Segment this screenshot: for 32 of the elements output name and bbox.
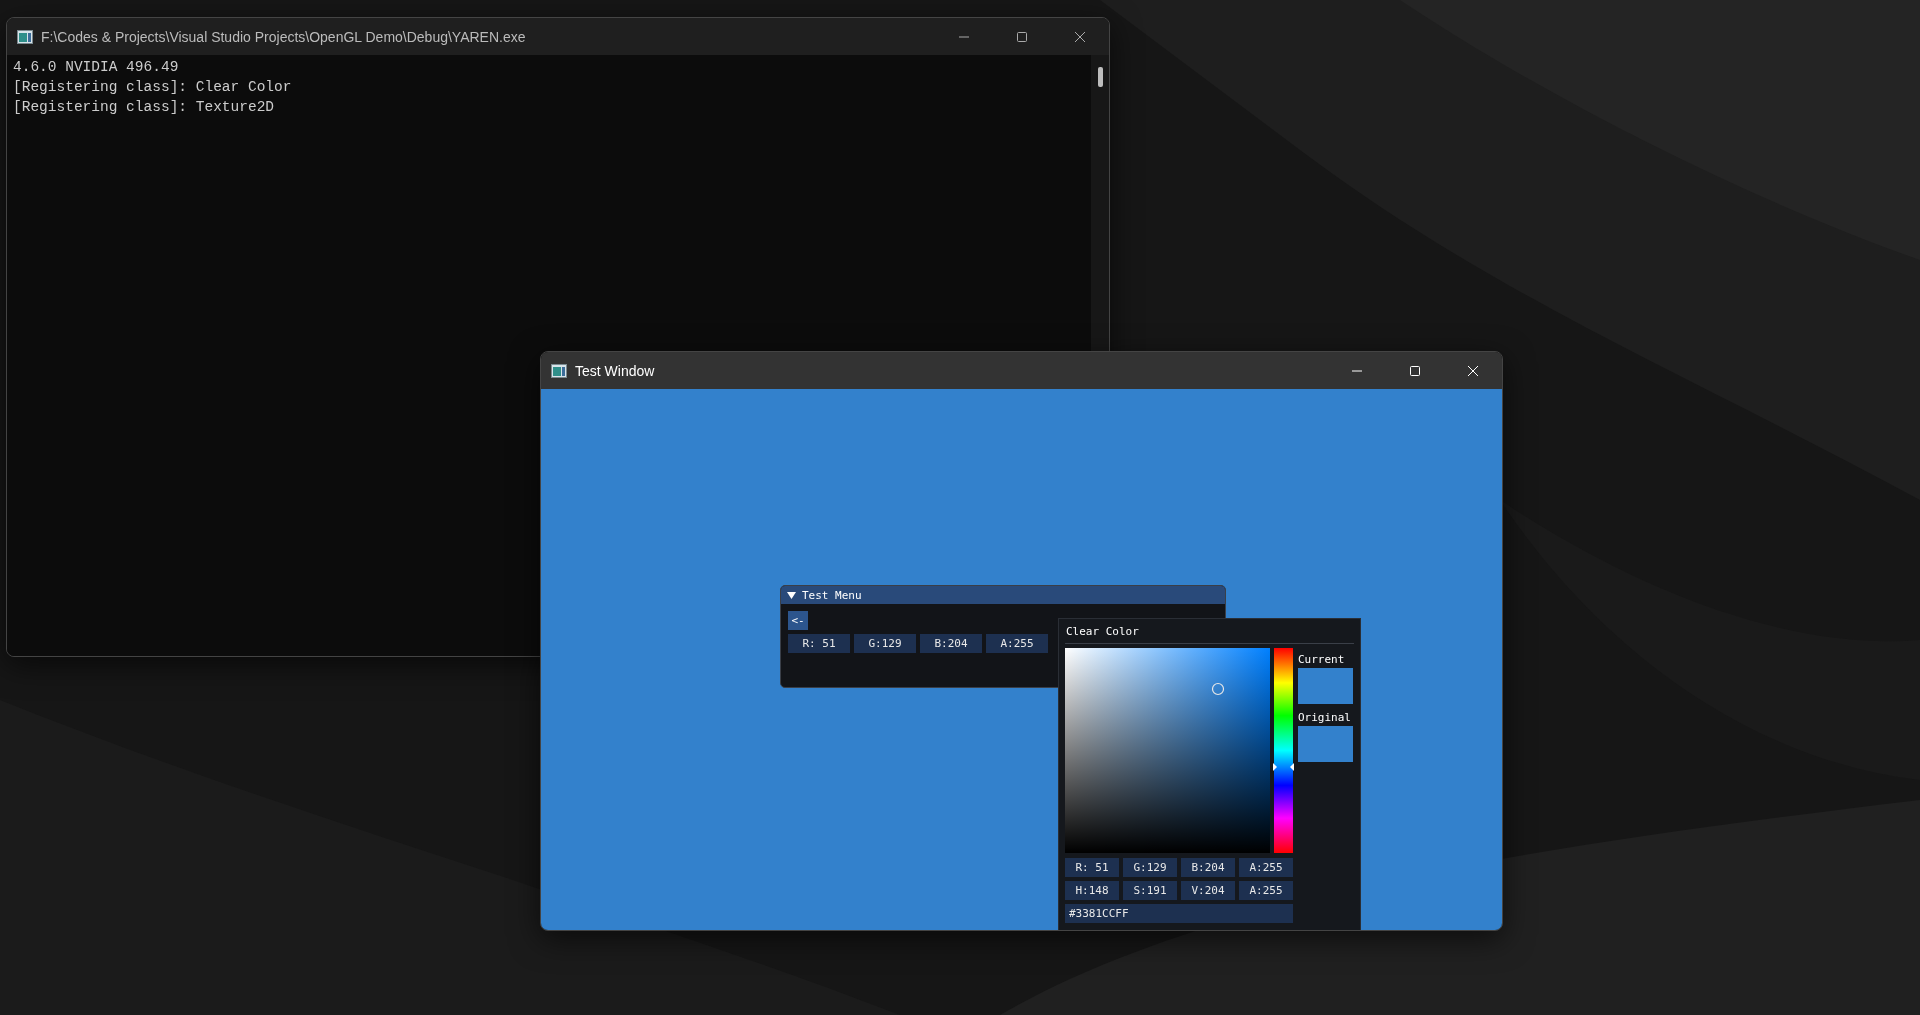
color-value-field[interactable]: A:255	[986, 634, 1048, 653]
panel-title: Test Menu	[802, 588, 862, 602]
window-title: Test Window	[575, 362, 656, 379]
color-value-field[interactable]: B:204	[1181, 858, 1235, 877]
scrollbar-thumb[interactable]	[1097, 67, 1103, 87]
swatch-label: Current	[1298, 653, 1346, 666]
color-value-field[interactable]: H:148	[1065, 881, 1119, 900]
minimize-icon[interactable]	[958, 35, 970, 38]
hue-marker[interactable]	[1273, 762, 1294, 771]
back-button[interactable]: <-	[788, 611, 808, 630]
close-icon[interactable]	[1074, 30, 1086, 43]
hex-input-field[interactable]: #3381CCFF	[1065, 904, 1293, 923]
color-value-field[interactable]: B:204	[920, 634, 982, 653]
console-line: 4.6.0 NVIDIA 496.49	[13, 58, 180, 77]
console-line: [Registering class]: Clear Color	[13, 78, 293, 97]
color-value-field[interactable]: R: 51	[788, 634, 850, 653]
color-value-field[interactable]: A:255	[1239, 858, 1293, 877]
color-value-field[interactable]: S:191	[1123, 881, 1177, 900]
popup-title: Clear Color	[1065, 619, 1354, 644]
color-value-field[interactable]: G:129	[854, 634, 916, 653]
maximize-icon[interactable]	[1016, 30, 1028, 43]
window-icon	[551, 363, 567, 378]
color-value-field[interactable]: G:129	[1123, 858, 1177, 877]
console-line: [Registering class]: Texture2D	[13, 98, 276, 117]
hue-bar[interactable]	[1274, 648, 1293, 853]
swatch-label: Original	[1298, 711, 1352, 724]
color-value-field[interactable]: V:204	[1181, 881, 1235, 900]
collapse-arrow-icon[interactable]	[787, 590, 796, 600]
window-title: F:\Codes & Projects\Visual Studio Projects\OpenGL Demo\Debug\YAREN.exe	[41, 28, 527, 45]
color-value-field[interactable]: R: 51	[1065, 858, 1119, 877]
color-value-field[interactable]: A:255	[1239, 881, 1293, 900]
window-icon	[17, 29, 33, 44]
